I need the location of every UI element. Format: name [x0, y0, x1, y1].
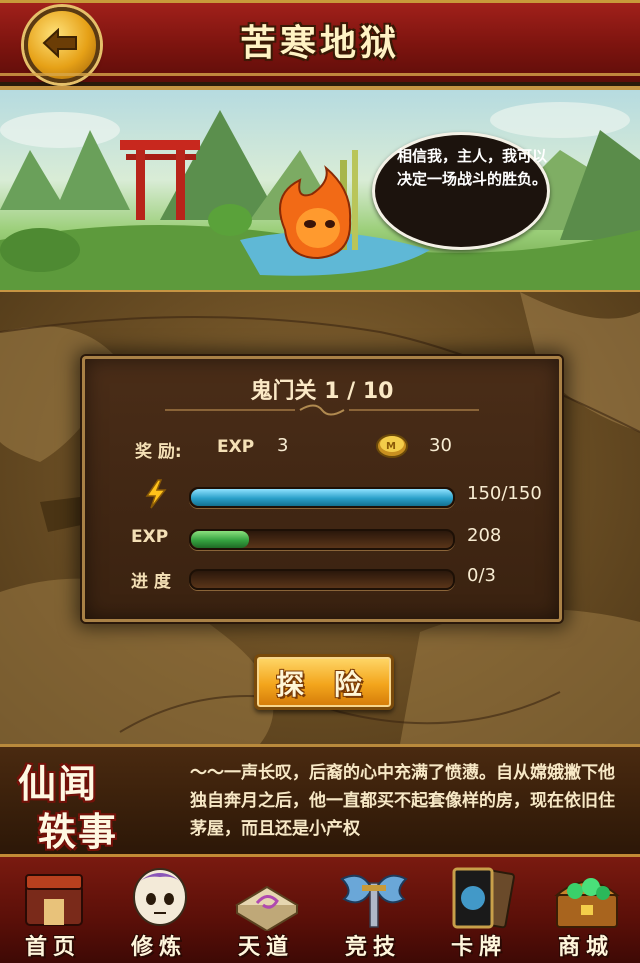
nav-item-home[interactable]: 首页	[0, 857, 106, 963]
story-logo: 仙闻 轶事	[18, 751, 168, 854]
exp-bar	[189, 529, 455, 550]
nav-item-training[interactable]: 修炼	[106, 857, 212, 963]
nav-item-heaven-path[interactable]: 天道	[213, 857, 319, 963]
reward-label: 奖 励:	[135, 442, 182, 462]
scene-banner: 相信我，主人，我可以决定一场战斗的胜负。	[0, 86, 640, 296]
heaven-path-icon	[235, 885, 299, 931]
home-icon	[25, 874, 83, 926]
top-bar: 苦寒地狱	[0, 0, 640, 86]
speech-text: 相信我，主人，我可以决定一场战斗的胜负。	[397, 147, 548, 188]
progress-value: 0/3	[467, 565, 496, 586]
nav-label-home: 首页	[24, 935, 81, 960]
page-title: 苦寒地狱	[239, 23, 400, 64]
svg-text:M: M	[386, 441, 396, 452]
reward-coins-value: 30	[429, 435, 452, 456]
nav-label-arena: 竞技	[344, 935, 401, 960]
bottom-nav: 首页 修炼 天道 竞技 卡牌 商城	[0, 854, 640, 963]
speech-bubble: 相信我，主人，我可以决定一场战斗的胜负。	[372, 132, 550, 250]
exp-value: 208	[467, 525, 502, 546]
energy-bar	[189, 487, 455, 508]
nav-item-cards[interactable]: 卡牌	[426, 857, 532, 963]
energy-lightning-icon	[145, 479, 167, 509]
story-bar: 仙闻 轶事 ～～一声长叹，后裔的心中充满了愤懑。自从嫦娥撇下他独自奔月之后，他一…	[0, 744, 640, 858]
ornament-divider	[165, 404, 479, 416]
nav-item-shop[interactable]: 商城	[533, 857, 639, 963]
exp-bar-fill	[191, 531, 249, 548]
progress-bar	[189, 569, 455, 590]
explore-button[interactable]: 探 险	[254, 654, 394, 710]
nav-label-cards: 卡牌	[450, 935, 507, 960]
nav-label-training: 修炼	[130, 935, 187, 960]
stage-info-panel: 鬼门关 1 / 10 奖 励: EXP 3 M 30 150/150 EXP 2…	[82, 356, 562, 622]
reward-exp-value: 3	[277, 435, 289, 456]
stage-name: 鬼门关 1 / 10	[250, 379, 394, 404]
nav-item-arena[interactable]: 竞技	[320, 857, 426, 963]
reward-exp-label: EXP	[217, 437, 255, 457]
nav-label-heaven-path: 天道	[237, 935, 294, 960]
energy-value: 150/150	[467, 483, 542, 504]
training-icon	[133, 868, 187, 926]
story-text: ～～一声长叹，后裔的心中充满了愤懑。自从嫦娥撇下他独自奔月之后，他一直都买不起套…	[190, 763, 615, 839]
nav-label-shop: 商城	[557, 935, 614, 960]
progress-label: 进 度	[131, 572, 171, 592]
arena-icon	[340, 874, 408, 928]
story-logo-line2: 轶事	[38, 809, 119, 854]
shop-icon	[554, 878, 620, 928]
exp-label: EXP	[131, 527, 169, 547]
energy-bar-fill	[191, 489, 453, 506]
cards-icon	[452, 867, 515, 929]
coin-icon: M	[376, 434, 408, 458]
story-logo-line1: 仙闻	[18, 761, 99, 806]
explore-button-label: 探 险	[276, 668, 372, 701]
